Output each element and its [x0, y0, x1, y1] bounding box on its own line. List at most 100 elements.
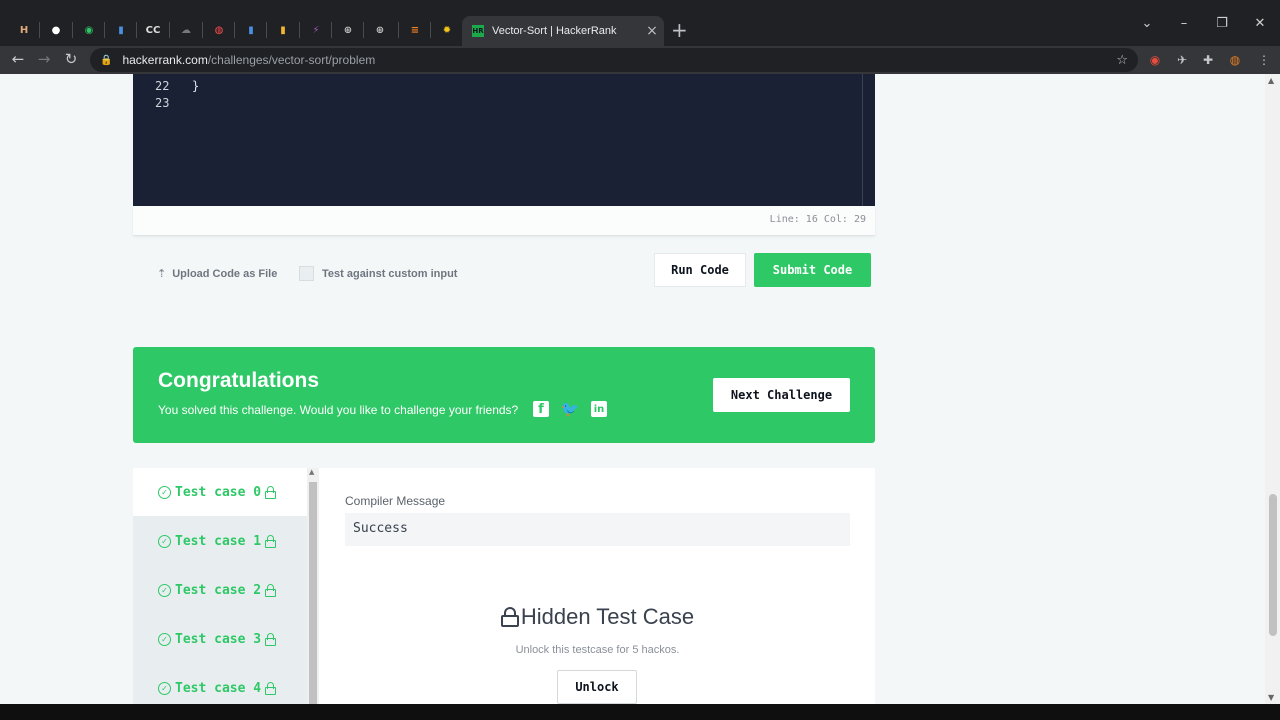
tab-separator	[136, 22, 137, 38]
tab-separator	[104, 22, 105, 38]
browser-titlebar: H ● ◉ ▮ CC ☁ ◍ ▮ ▮ ⚡ ⊕ ⊕ ≡ ✹ HR Vector-Sort | HackerR…	[0, 0, 1280, 46]
test-case-label: Test case 0	[175, 484, 262, 500]
bar-chart-icon: ▮	[118, 24, 124, 36]
tab-separator	[266, 22, 267, 38]
lightning-icon: ⚡	[312, 24, 320, 36]
pinned-tab[interactable]: ◍	[203, 16, 235, 44]
line-gutter: 22 23	[133, 74, 183, 206]
scroll-down-arrow-icon[interactable]: ▼	[1268, 693, 1274, 702]
page-scroll-thumb[interactable]	[1269, 494, 1277, 636]
test-case-tab[interactable]: ✓ Test case 2	[133, 566, 307, 614]
lock-icon	[265, 485, 277, 499]
compiler-message-output: Success	[345, 513, 850, 546]
congratulations-banner: Congratulations You solved this challeng…	[133, 347, 875, 443]
upload-label: Upload Code as File	[172, 267, 278, 280]
test-case-label: Test case 2	[175, 582, 262, 598]
extension-red-icon[interactable]: ◉	[1146, 51, 1164, 69]
pinned-tab[interactable]: ◉	[73, 16, 105, 44]
new-tab-icon[interactable]: +	[671, 18, 688, 42]
twitter-icon[interactable]: 🐦	[561, 400, 580, 418]
pinned-tab[interactable]: ≡	[399, 16, 431, 44]
test-results-panel: ✓ Test case 0 ✓ Test case 1 ✓ Test case 2 ✓ Tes…	[133, 468, 875, 704]
lock-icon	[265, 632, 277, 646]
profile-avatar-icon[interactable]: ◍	[1226, 51, 1244, 69]
pinned-tab[interactable]: ▮	[267, 16, 299, 44]
test-case-label: Test case 4	[175, 680, 262, 696]
test-case-list: ✓ Test case 0 ✓ Test case 1 ✓ Test case 2 ✓ Tes…	[133, 468, 307, 704]
page-scrollbar[interactable]: ▲ ▼	[1265, 74, 1280, 704]
pinned-tab[interactable]: ⊕	[332, 16, 364, 44]
close-window-icon[interactable]: ✕	[1237, 16, 1280, 31]
test-case-tab[interactable]: ✓ Test case 0	[133, 468, 307, 516]
upload-icon: ⇡	[157, 267, 167, 280]
extensions-puzzle-icon[interactable]: ✚	[1199, 51, 1217, 69]
tab-separator	[430, 22, 431, 38]
tab-separator	[398, 22, 399, 38]
close-tab-icon[interactable]: ×	[640, 23, 664, 39]
tab-separator	[202, 22, 203, 38]
editor-ruler	[862, 74, 863, 206]
upload-code-button[interactable]: ⇡ Upload Code as File	[157, 267, 277, 280]
pinned-tab[interactable]: ☁	[170, 16, 202, 44]
pinned-tab[interactable]: ⚡	[300, 16, 332, 44]
taskbar-strip	[0, 704, 1280, 720]
test-case-tab[interactable]: ✓ Test case 1	[133, 517, 307, 565]
github-icon: ●	[51, 24, 61, 36]
check-circle-icon: ✓	[158, 583, 171, 597]
tab-separator	[169, 22, 170, 38]
bookmark-star-icon[interactable]: ☆	[1116, 53, 1128, 68]
pinned-tab[interactable]: ✹	[431, 16, 463, 44]
unlock-description: Unlock this testcase for 5 hackos.	[515, 644, 680, 656]
test-case-label: Test case 3	[175, 631, 262, 647]
check-circle-icon: ✓	[158, 681, 171, 695]
test-case-scrollbar[interactable]: ▲	[307, 468, 319, 704]
custom-input-toggle[interactable]: Test against custom input	[299, 266, 457, 281]
tab-separator	[363, 22, 364, 38]
tab-separator	[39, 22, 40, 38]
run-code-button[interactable]: Run Code	[654, 253, 746, 287]
pinned-tab[interactable]: ▮	[105, 16, 137, 44]
congrats-message: You solved this challenge. Would you lik…	[158, 403, 519, 417]
scroll-up-icon[interactable]: ▲	[309, 468, 314, 476]
active-tab[interactable]: HR Vector-Sort | HackerRank ×	[462, 16, 664, 46]
extension-plane-icon[interactable]: ✈	[1173, 51, 1191, 69]
unlock-button[interactable]: Unlock	[557, 670, 637, 704]
back-arrow-icon[interactable]: ←	[5, 50, 31, 68]
test-case-tab[interactable]: ✓ Test case 3	[133, 615, 307, 663]
stack-icon: ≡	[410, 24, 420, 36]
code-line[interactable]: }	[192, 79, 199, 93]
pinned-tab[interactable]: CC	[137, 16, 169, 44]
cloud-icon: ☁	[181, 24, 191, 36]
active-tab-title: Vector-Sort | HackerRank	[492, 25, 617, 37]
custom-input-checkbox[interactable]	[299, 266, 314, 281]
hidden-test-case-title: Hidden Test Case	[345, 604, 850, 630]
address-bar[interactable]: 🔒 hackerrank.com/challenges/vector-sort/…	[90, 48, 1138, 72]
code-editor[interactable]: 22 23 }	[133, 74, 875, 206]
reload-icon[interactable]: ↻	[58, 50, 84, 68]
pinned-tab[interactable]: ▮	[235, 16, 267, 44]
url-path: /challenges/vector-sort/problem	[207, 53, 376, 67]
sun-icon: ✹	[442, 24, 452, 36]
pinned-tab[interactable]: ⊕	[364, 16, 396, 44]
scroll-up-arrow-icon[interactable]: ▲	[1268, 76, 1274, 85]
browser-menu-icon[interactable]: ⋮	[1255, 51, 1273, 69]
line-number: 23	[155, 96, 170, 110]
facebook-icon[interactable]: f	[533, 401, 549, 417]
compiler-message-label: Compiler Message	[345, 494, 446, 508]
test-case-tab[interactable]: ✓ Test case 4	[133, 664, 307, 704]
next-challenge-button[interactable]: Next Challenge	[713, 378, 850, 412]
pinned-tab[interactable]: H	[8, 16, 40, 44]
scroll-thumb[interactable]	[309, 482, 317, 704]
tab-separator	[72, 22, 73, 38]
check-circle-icon: ✓	[158, 485, 171, 499]
check-circle-icon: ✓	[158, 534, 171, 548]
linkedin-icon[interactable]: in	[591, 401, 607, 417]
pinned-tab[interactable]: ●	[40, 16, 72, 44]
globe-icon: ⊕	[343, 24, 353, 36]
green-circle-icon: ◉	[84, 24, 94, 36]
url-host: hackerrank.com	[122, 53, 208, 67]
hackerrank-favicon-icon: HR	[472, 25, 484, 37]
forward-arrow-icon[interactable]: →	[31, 50, 57, 68]
submit-code-button[interactable]: Submit Code	[754, 253, 871, 287]
lock-icon: 🔒	[100, 54, 113, 66]
